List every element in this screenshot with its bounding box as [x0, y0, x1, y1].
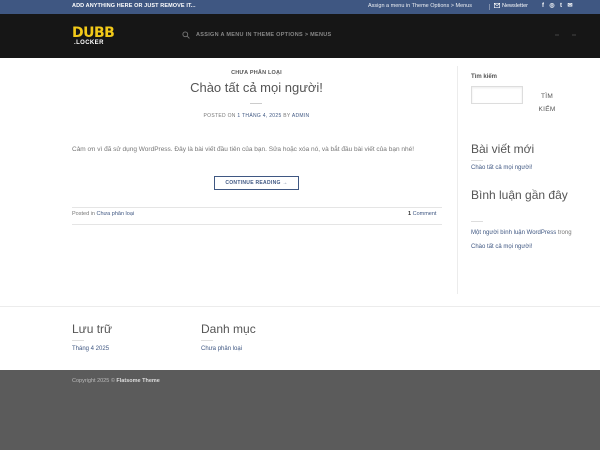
- site-logo[interactable]: DUBB .LOCKER: [72, 26, 120, 48]
- comments-label: Comment: [412, 211, 437, 217]
- post-excerpt: Cảm ơn vì đã sử dụng WordPress. Đây là b…: [72, 146, 415, 153]
- recent-comment-item: Một người bình luận WordPress trong Chào…: [471, 226, 576, 254]
- title-divider: [250, 103, 262, 104]
- social-icons: f ◎ t ✉: [540, 3, 573, 10]
- top-bar-promo-text: ADD ANYTHING HERE OR JUST REMOVE IT...: [72, 3, 196, 9]
- comment-author-link[interactable]: Một người bình luận WordPress: [471, 230, 556, 236]
- post-meta-prefix: POSTED ON: [203, 113, 236, 119]
- copyright-brand: Flatsome Theme: [116, 378, 160, 384]
- sidebar-search-title: Tìm kiếm: [471, 74, 498, 80]
- sidebar-search-input[interactable]: [471, 86, 523, 104]
- twitter-icon[interactable]: t: [558, 3, 564, 10]
- archives-divider: [72, 340, 84, 341]
- facebook-icon[interactable]: f: [540, 3, 546, 10]
- archives-title: Lưu trữ: [72, 322, 113, 336]
- email-icon[interactable]: ✉: [567, 3, 573, 10]
- post-category-label[interactable]: CHƯA PHÂN LOẠI: [0, 70, 513, 76]
- post-author-link[interactable]: ADMIN: [292, 113, 310, 119]
- post-title[interactable]: Chào tất cả mọi người!: [0, 80, 513, 95]
- post-footer-divider-bottom: [72, 224, 442, 225]
- newsletter-label: Newsletter: [502, 2, 528, 9]
- posted-in-category-link[interactable]: Chưa phân loại: [96, 211, 134, 217]
- envelope-icon: [494, 3, 500, 8]
- header-nav-arrows-icon[interactable]: [552, 30, 582, 40]
- recent-comments-divider: [471, 221, 483, 222]
- comment-post-link[interactable]: Chào tất cả mọi người!: [471, 244, 532, 250]
- posted-in: Posted in Chưa phân loại: [72, 211, 134, 217]
- post-meta: POSTED ON 1 THÁNG 4, 2025 BY ADMIN: [0, 113, 513, 119]
- recent-posts-title: Bài viết mới: [471, 142, 535, 156]
- newsletter-link[interactable]: Newsletter: [494, 3, 528, 9]
- top-bar-divider: [489, 4, 490, 10]
- logo-main-text: DUBB: [72, 25, 115, 41]
- archives-link[interactable]: Tháng 4 2025: [72, 346, 109, 352]
- search-button-line2: KIẾM: [538, 106, 556, 113]
- copyright-text: Copyright 2025 © Flatsome Theme: [72, 378, 160, 384]
- comments-link[interactable]: 1 Comment: [408, 211, 436, 217]
- comments-count: 1: [408, 211, 412, 217]
- top-bar: ADD ANYTHING HERE OR JUST REMOVE IT... A…: [0, 0, 600, 14]
- copyright-prefix: Copyright 2025 ©: [72, 378, 115, 384]
- header-menu-hint[interactable]: ASSIGN A MENU IN THEME OPTIONS > MENUS: [196, 32, 332, 38]
- top-bar-menu-hint[interactable]: Assign a menu in Theme Options > Menus: [368, 3, 472, 9]
- footer-widgets: [0, 306, 600, 370]
- comment-on-text: trong: [557, 230, 572, 236]
- post-meta-by: BY: [283, 113, 291, 119]
- post-date-link[interactable]: 1 THÁNG 4, 2025: [237, 113, 281, 119]
- logo-sub-text: .LOCKER: [74, 40, 104, 46]
- recent-posts-divider: [471, 160, 483, 161]
- posted-in-prefix: Posted in: [72, 211, 95, 217]
- categories-title: Danh mục: [201, 322, 256, 336]
- search-button-line1: TÌM: [540, 93, 554, 100]
- sidebar-divider: [457, 66, 458, 294]
- instagram-icon[interactable]: ◎: [549, 3, 555, 10]
- categories-link[interactable]: Chưa phân loại: [201, 346, 242, 352]
- categories-divider: [201, 340, 213, 341]
- search-icon[interactable]: [182, 31, 190, 39]
- recent-comments-title: Bình luận gần đây: [471, 188, 568, 202]
- sidebar-search-button[interactable]: TÌM KIẾM: [530, 88, 564, 114]
- recent-post-link[interactable]: Chào tất cả mọi người!: [471, 165, 532, 171]
- continue-reading-button[interactable]: CONTINUE READING →: [214, 176, 299, 190]
- post-footer-divider-top: [72, 207, 442, 208]
